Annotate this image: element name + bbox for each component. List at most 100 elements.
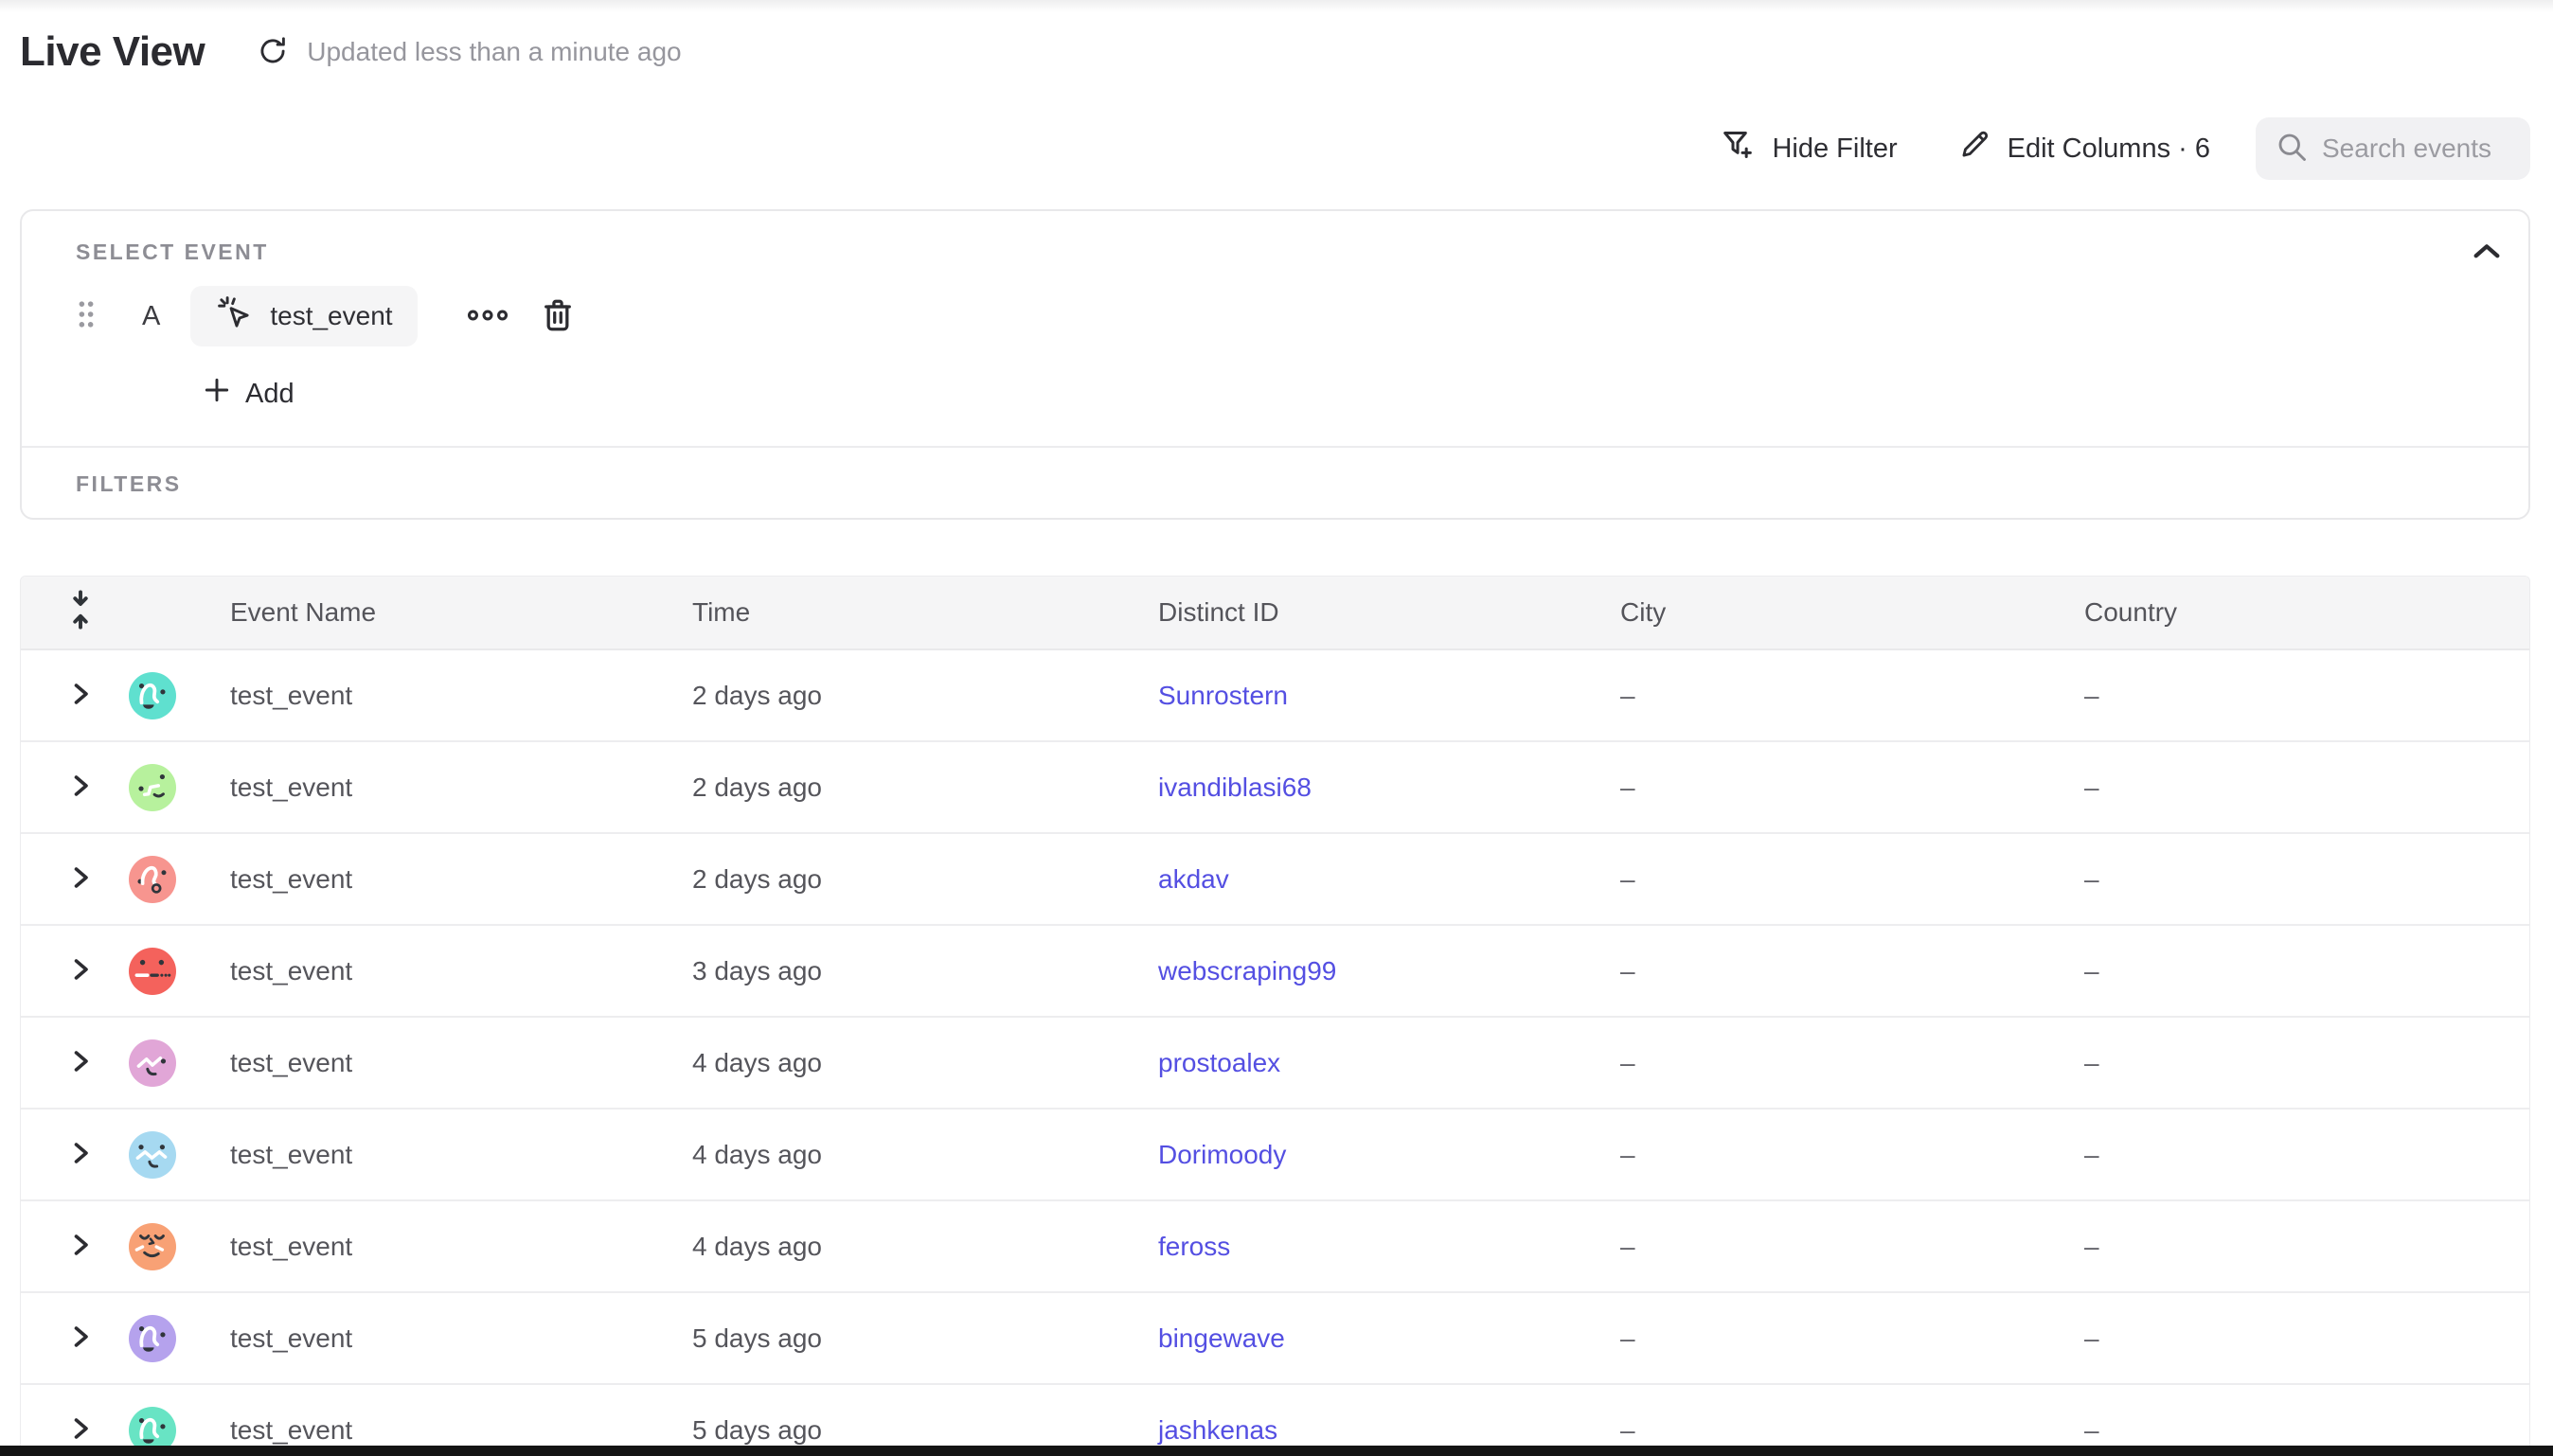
row-event-name: test_event (212, 956, 674, 986)
row-time: 2 days ago (674, 772, 1140, 803)
row-time: 4 days ago (674, 1048, 1140, 1078)
expand-row-button[interactable] (68, 1323, 93, 1354)
table-row: test_event 4 days ago prostoalex – – (21, 1018, 2529, 1110)
row-city: – (1602, 681, 2066, 711)
page-header: Live View Updated less than a minute ago (20, 28, 682, 76)
search-icon (2275, 130, 2309, 169)
filters-label: FILTERS (76, 471, 182, 497)
bottom-edge-strip (0, 1446, 2553, 1456)
row-distinct-id-link[interactable]: bingewave (1158, 1323, 1285, 1353)
expand-row-button[interactable] (68, 1231, 93, 1262)
row-country: – (2066, 1140, 2529, 1170)
live-view-page: Live View Updated less than a minute ago… (0, 0, 2553, 1456)
expand-row-button[interactable] (68, 1139, 93, 1170)
row-city: – (1602, 1232, 2066, 1262)
expand-row-button[interactable] (68, 1047, 93, 1078)
table-header-row: Event Name Time Distinct ID City Country (21, 577, 2529, 650)
table-row: test_event 4 days ago Dorimoody – – (21, 1110, 2529, 1201)
selected-event-chip[interactable]: test_event (190, 286, 417, 346)
expand-row-button[interactable] (68, 680, 93, 711)
drag-handle-icon (76, 298, 97, 335)
row-time: 2 days ago (674, 681, 1140, 711)
row-city: – (1602, 864, 2066, 895)
row-distinct-id-link[interactable]: prostoalex (1158, 1048, 1280, 1077)
row-time: 4 days ago (674, 1232, 1140, 1262)
row-distinct-id-link[interactable]: jashkenas (1158, 1415, 1277, 1445)
row-time: 3 days ago (674, 956, 1140, 986)
hide-filter-label: Hide Filter (1772, 133, 1897, 165)
expand-row-button[interactable] (68, 772, 93, 803)
row-country: – (2066, 681, 2529, 711)
table-body: test_event 2 days ago Sunrostern – – tes… (21, 650, 2529, 1456)
search-input[interactable] (2322, 133, 2511, 164)
refresh-button[interactable] (252, 31, 294, 73)
row-distinct-id-link[interactable]: akdav (1158, 864, 1229, 894)
row-chevron-icon (68, 955, 93, 986)
hide-filter-button[interactable]: Hide Filter (1719, 126, 1897, 171)
expand-row-button[interactable] (68, 1414, 93, 1446)
row-distinct-id-link[interactable]: Sunrostern (1158, 681, 1288, 710)
column-header-country[interactable]: Country (2066, 597, 2529, 628)
row-city: – (1602, 1140, 2066, 1170)
add-button-label: Add (245, 379, 295, 410)
row-time: 5 days ago (674, 1415, 1140, 1446)
event-more-options-button[interactable] (465, 306, 510, 328)
row-chevron-icon (68, 680, 93, 711)
column-header-city[interactable]: City (1602, 597, 2066, 628)
event-step-letter: A (142, 301, 160, 332)
filters-section: FILTERS (22, 448, 2528, 520)
row-city: – (1602, 772, 2066, 803)
events-table: Event Name Time Distinct ID City Country… (20, 576, 2530, 1456)
row-time: 5 days ago (674, 1323, 1140, 1354)
row-chevron-icon (68, 863, 93, 895)
row-city: – (1602, 1415, 2066, 1446)
event-query-row: A test_event (76, 286, 2528, 346)
drag-handle[interactable] (76, 298, 98, 335)
updated-status: Updated less than a minute ago (307, 37, 681, 67)
row-distinct-id-link[interactable]: ivandiblasi68 (1158, 772, 1312, 802)
collapse-rows-header-cell[interactable] (21, 589, 108, 637)
collapse-rows-icon (64, 607, 97, 636)
collapse-select-event-button[interactable] (2466, 234, 2508, 272)
row-country: – (2066, 1048, 2529, 1078)
selected-event-name: test_event (270, 301, 392, 331)
row-chevron-icon (68, 772, 93, 803)
click-event-icon (215, 293, 255, 340)
table-row: test_event 2 days ago Sunrostern – – (21, 650, 2529, 742)
row-country: – (2066, 772, 2529, 803)
row-chevron-icon (68, 1231, 93, 1262)
refresh-icon (256, 34, 290, 71)
add-event-button[interactable]: Add (202, 373, 295, 415)
expand-row-button[interactable] (68, 863, 93, 895)
row-city: – (1602, 1323, 2066, 1354)
row-country: – (2066, 864, 2529, 895)
row-distinct-id-link[interactable]: Dorimoody (1158, 1140, 1286, 1169)
pencil-icon (1956, 127, 1992, 170)
filter-plus-icon (1719, 126, 1757, 171)
column-header-event-name[interactable]: Event Name (212, 597, 674, 628)
row-time: 4 days ago (674, 1140, 1140, 1170)
table-row: test_event 4 days ago feross – – (21, 1201, 2529, 1293)
column-header-time[interactable]: Time (674, 597, 1140, 628)
row-country: – (2066, 1232, 2529, 1262)
row-distinct-id-link[interactable]: webscraping99 (1158, 956, 1336, 985)
delete-event-button[interactable] (541, 296, 575, 337)
page-title: Live View (20, 28, 205, 76)
row-chevron-icon (68, 1139, 93, 1170)
edit-columns-button[interactable]: Edit Columns · 6 (1956, 127, 2210, 170)
row-city: – (1602, 956, 2066, 986)
table-row: test_event 2 days ago ivandiblasi68 – – (21, 742, 2529, 834)
top-shadow (0, 0, 2553, 12)
column-header-distinct-id[interactable]: Distinct ID (1140, 597, 1602, 628)
expand-row-button[interactable] (68, 955, 93, 986)
row-event-name: test_event (212, 864, 674, 895)
more-options-icon (465, 306, 510, 328)
row-event-name: test_event (212, 1232, 674, 1262)
row-event-name: test_event (212, 681, 674, 711)
select-event-section: SELECT EVENT A test_event (22, 211, 2528, 415)
row-event-name: test_event (212, 1415, 674, 1446)
row-distinct-id-link[interactable]: feross (1158, 1232, 1230, 1261)
trash-icon (541, 296, 575, 337)
row-event-name: test_event (212, 772, 674, 803)
table-row: test_event 3 days ago webscraping99 – – (21, 926, 2529, 1018)
